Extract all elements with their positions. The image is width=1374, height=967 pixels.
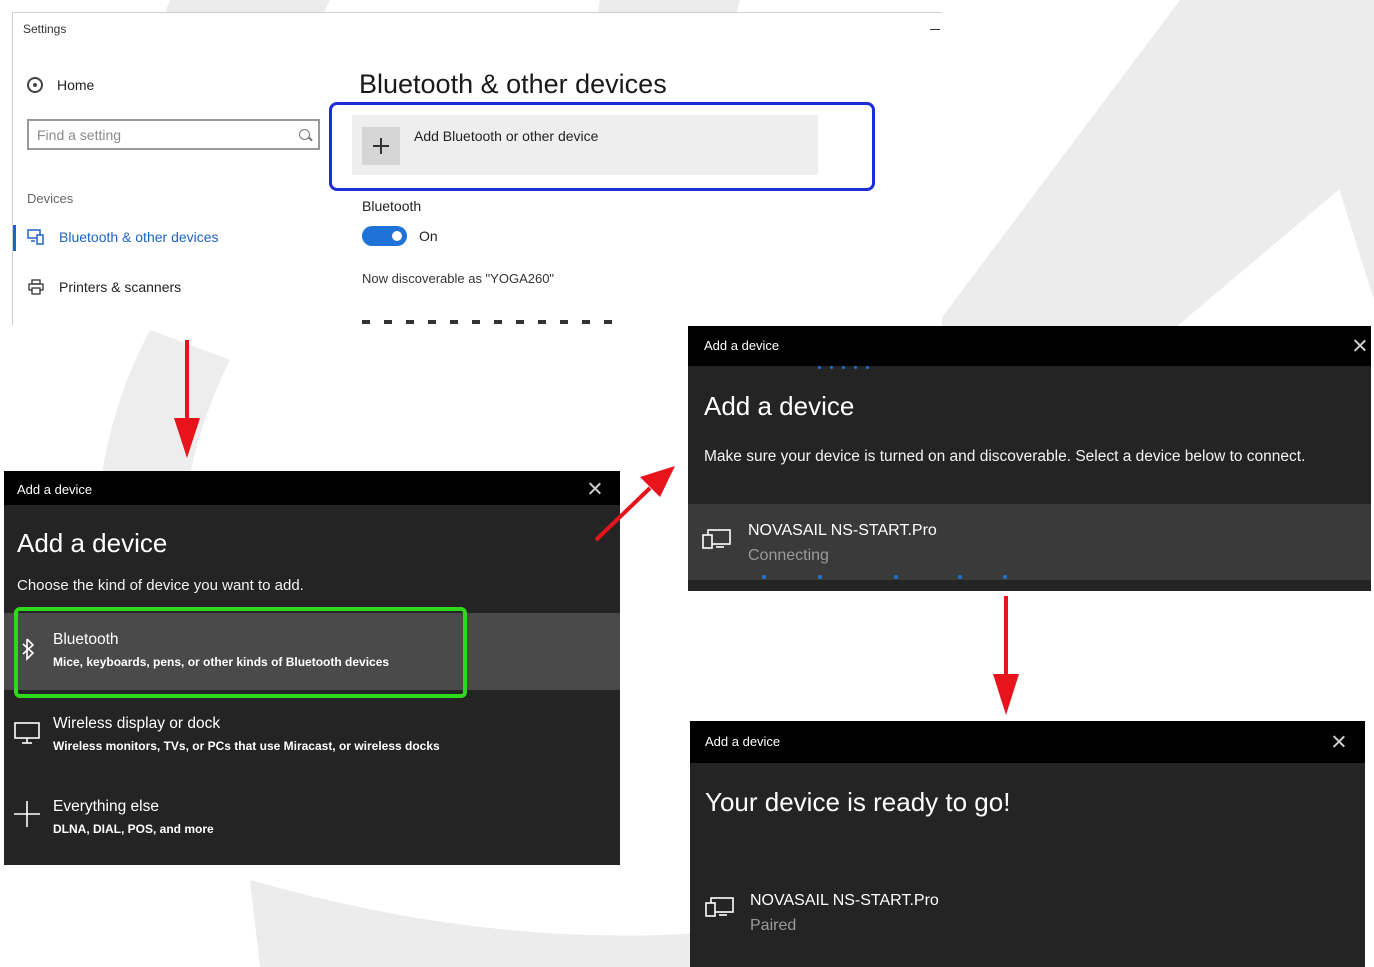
progress-dots <box>818 366 878 369</box>
window-title: Add a device <box>17 482 93 497</box>
option-wireless-display[interactable]: Wireless display or dock Wireless monito… <box>4 697 620 774</box>
section-heading-devices: Devices <box>27 191 74 206</box>
plus-icon <box>14 801 40 827</box>
title-bar <box>4 471 620 505</box>
progress-dots <box>688 574 1371 580</box>
option-description: DLNA, DIAL, POS, and more <box>53 822 214 836</box>
search-placeholder: Find a setting <box>37 126 122 143</box>
printer-icon <box>28 279 44 295</box>
dialog-heading: Add a device <box>17 528 168 558</box>
dialog-instruction: Choose the kind of device you want to ad… <box>17 577 304 594</box>
dialog-heading: Add a device <box>704 391 855 421</box>
page-title: Bluetooth & other devices <box>359 69 667 99</box>
window-title: Add a device <box>705 734 781 749</box>
option-description: Wireless monitors, TVs, or PCs that use … <box>53 739 440 753</box>
device-name: NOVASAIL NS-START.Pro <box>748 522 937 539</box>
minimize-button[interactable] <box>930 29 940 30</box>
option-everything-else[interactable]: Everything else DLNA, DIAL, POS, and mor… <box>4 780 620 857</box>
highlight-box <box>329 102 875 191</box>
home-nav-item[interactable]: Home <box>27 77 94 93</box>
bluetooth-devices-icon <box>27 229 44 245</box>
discoverable-status: Now discoverable as "YOGA260" <box>362 271 555 286</box>
close-icon[interactable] <box>1333 735 1345 747</box>
sidebar-item-label: Bluetooth & other devices <box>59 229 219 245</box>
close-icon[interactable] <box>589 482 601 494</box>
sidebar-item-label: Printers & scanners <box>59 279 182 295</box>
window-title: Add a device <box>704 338 780 353</box>
device-name: NOVASAIL NS-START.Pro <box>750 892 939 909</box>
settings-window: Settings Home Find a setting Devices Blu… <box>12 12 942 326</box>
option-title: Everything else <box>53 798 159 815</box>
close-icon[interactable] <box>1354 339 1366 351</box>
sidebar-item-printers[interactable]: Printers & scanners <box>13 279 181 295</box>
add-device-dialog-connecting: Add a device Add a device Make sure your… <box>688 326 1371 591</box>
search-icon <box>299 129 310 140</box>
bluetooth-heading: Bluetooth <box>362 198 422 214</box>
home-label: Home <box>57 77 95 93</box>
device-list-item[interactable]: NOVASAIL NS-START.Pro Connecting <box>688 504 1371 580</box>
highlight-box <box>14 607 467 698</box>
window-title: Settings <box>23 22 67 36</box>
sidebar-item-bluetooth[interactable]: Bluetooth & other devices <box>13 225 219 251</box>
search-input[interactable]: Find a setting <box>27 119 320 150</box>
add-device-dialog-ready: Add a device Your device is ready to go!… <box>690 721 1365 967</box>
device-icon <box>705 897 734 917</box>
gear-icon <box>27 77 43 93</box>
option-title: Wireless display or dock <box>53 715 221 732</box>
monitor-icon <box>14 722 40 744</box>
title-bar <box>688 326 1371 366</box>
bluetooth-toggle[interactable] <box>362 226 407 246</box>
toggle-state-label: On <box>419 228 438 244</box>
dialog-heading: Your device is ready to go! <box>705 787 1011 817</box>
device-status: Connecting <box>748 547 829 564</box>
cutoff-text <box>362 320 612 324</box>
add-device-dialog-choose: Add a device Add a device Choose the kin… <box>4 471 620 865</box>
title-bar <box>690 721 1365 763</box>
device-icon <box>702 529 731 549</box>
device-status: Paired <box>750 917 797 934</box>
dialog-instruction: Make sure your device is turned on and d… <box>704 448 1306 465</box>
